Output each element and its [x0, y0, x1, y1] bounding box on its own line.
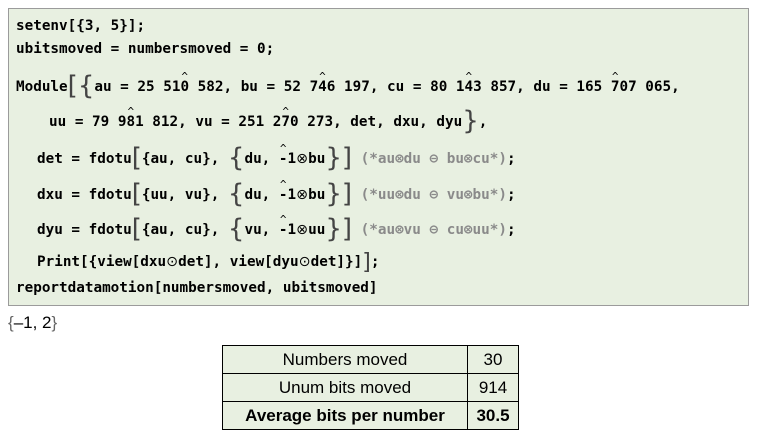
table-row-total: Average bits per number 30.5: [222, 401, 519, 430]
code-line-reportdatamotion: reportdatamotion[numbersmoved, ubitsmove…: [16, 280, 378, 296]
brace-close: }: [462, 106, 479, 136]
code-line-dyu: dyu = fdotu[{au, cu}, {vu, -1⊗uu}] (*au⊗…: [37, 213, 516, 244]
table-row: Unum bits moved 914: [222, 373, 519, 402]
row-label: Unum bits moved: [222, 373, 468, 402]
output-value: –1, 2: [13, 313, 52, 332]
input-cell[interactable]: setenv[{3, 5}]; ubitsmoved = numbersmove…: [8, 8, 749, 306]
bracket-open: [: [67, 71, 78, 101]
table-row: Numbers moved 30: [222, 345, 519, 374]
brace-open: {: [77, 71, 95, 101]
comment-dyu: (*au⊗vu ⊖ cu⊗uu*): [360, 222, 507, 238]
row-value: 30.5: [467, 401, 519, 430]
comment-dxu: (*uu⊗du ⊖ vu⊗bu*): [360, 187, 507, 203]
data-motion-table: Numbers moved 30 Unum bits moved 914 Ave…: [222, 345, 519, 430]
output-cell: {–1, 2}: [8, 313, 58, 332]
row-value: 30: [467, 345, 519, 374]
code-line-module: Module[{au = 25 510 582, bu = 52 746 197…: [16, 70, 680, 101]
row-label: Average bits per number: [222, 401, 468, 430]
row-label: Numbers moved: [222, 345, 468, 374]
code-line-dxu: dxu = fdotu[{uu, vu}, {du, -1⊗bu}] (*uu⊗…: [37, 178, 516, 209]
row-value: 914: [467, 373, 519, 402]
code-line-setenv: setenv[{3, 5}];: [16, 18, 146, 34]
code-line-print: Print[{view[dxu⊙det], view[dyu⊙det]}]];: [37, 250, 380, 275]
code-line-uu-vu: uu = 79 981 812, vu = 251 270 273, det, …: [49, 105, 487, 136]
code-line-ubitsmoved: ubitsmoved = numbersmoved = 0;: [16, 41, 275, 57]
code-line-det: det = fdotu[{au, cu}, {du, -1⊗bu}] (*au⊗…: [37, 142, 516, 173]
comment-det: (*au⊗du ⊖ bu⊗cu*): [360, 151, 507, 167]
